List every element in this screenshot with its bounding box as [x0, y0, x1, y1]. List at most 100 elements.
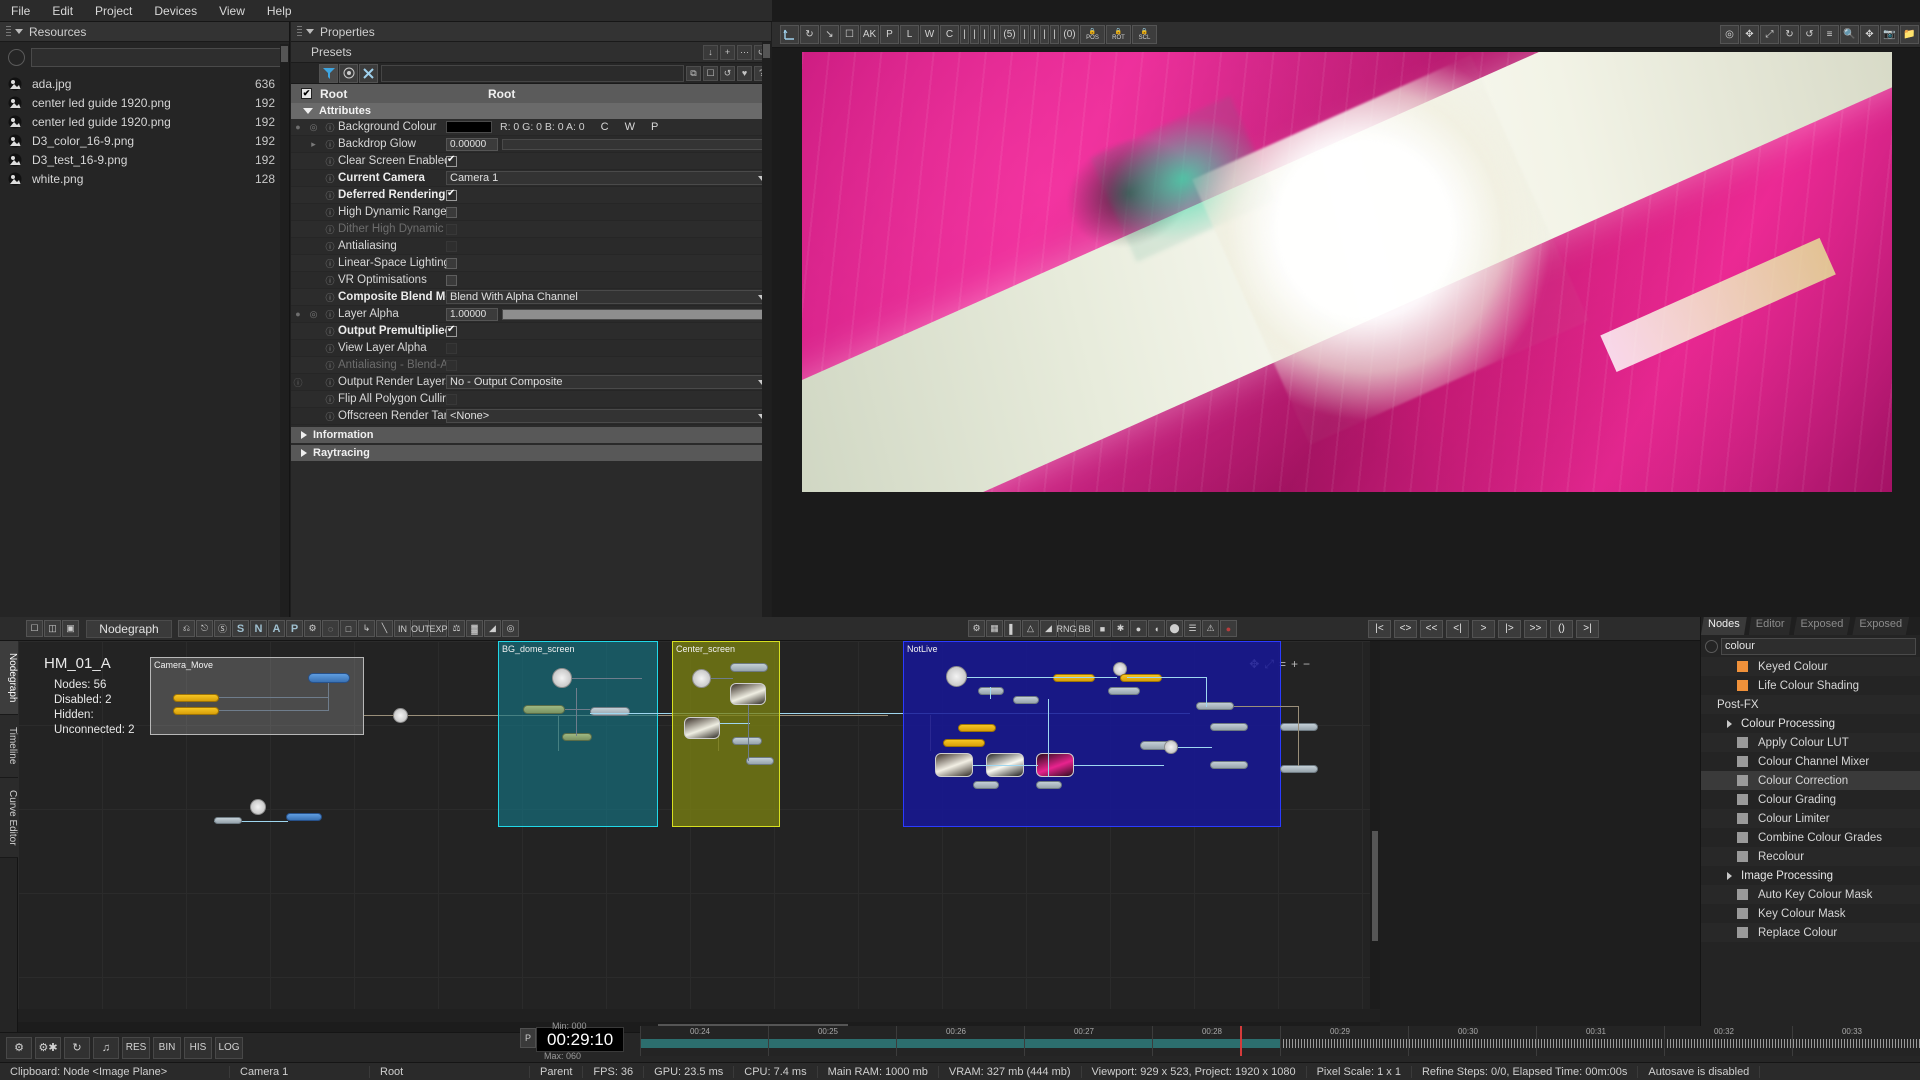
box-select-icon[interactable]: □ [340, 620, 357, 637]
step-back-button[interactable]: <| [1446, 619, 1469, 638]
node-cam-rotation[interactable] [173, 707, 219, 715]
zoom-in-icon[interactable]: + [1291, 657, 1298, 672]
colour-mode-buttons[interactable]: C W P [601, 121, 671, 133]
log-button[interactable]: LOG [215, 1036, 243, 1059]
attr-value[interactable] [446, 342, 771, 354]
filter-icon[interactable] [319, 63, 338, 83]
sphere-icon[interactable]: ⬤ [1166, 620, 1183, 637]
menu-item-project[interactable]: Project [84, 2, 143, 20]
attr-value[interactable]: R: 0 G: 0 B: 0 A: 0 C W P [446, 121, 771, 133]
info-icon[interactable]: ⓘ [322, 189, 338, 202]
tab-nodes[interactable]: Nodes [1701, 617, 1747, 635]
info-icon[interactable]: ⓘ [322, 121, 338, 134]
resource-row-0[interactable]: ada.jpg 636 [0, 74, 289, 93]
info-icon[interactable]: ⓘ [322, 138, 338, 151]
camera-icon[interactable]: 📷 [1880, 25, 1899, 44]
colour-mode-w[interactable]: W [625, 121, 635, 133]
attr-row-view-layer-alpha[interactable]: ⓘ View Layer Alpha [291, 340, 771, 357]
palette-item-combine-colour-grades[interactable]: Combine Colour Grades [1701, 828, 1920, 847]
layout-stack-icon[interactable]: ▣ [62, 620, 79, 637]
info-icon[interactable]: ⓘ [322, 274, 338, 287]
lock-rotation-icon[interactable]: 🔒 ROT [1106, 25, 1131, 44]
checkbox[interactable] [446, 154, 457, 167]
snap-s-icon[interactable]: S [232, 620, 249, 637]
attr-value[interactable]: Camera 1 [446, 171, 771, 185]
node-old-survey[interactable] [562, 733, 592, 741]
menu-item-view[interactable]: View [208, 2, 256, 20]
attr-value[interactable]: Blend With Alpha Channel [446, 290, 771, 304]
snap-value-icon[interactable]: (5) [1000, 25, 1019, 44]
render-layers-dropdown[interactable]: No - Output Composite [446, 375, 771, 389]
pan-icon[interactable]: ✥ [1740, 25, 1759, 44]
vtab-curve-editor[interactable]: Curve Editor [0, 777, 18, 859]
lock-position-icon[interactable]: 🔒 POS [1080, 25, 1105, 44]
palette-category-image-processing[interactable]: Image Processing [1701, 866, 1920, 885]
previous-key-button[interactable]: <> [1394, 619, 1417, 638]
value-slider[interactable] [502, 308, 771, 320]
attr-value[interactable] [446, 240, 771, 252]
root-enabled-checkbox[interactable]: ✔ [301, 88, 312, 99]
palette-item-auto-key-colour-mask[interactable]: Auto Key Colour Mask [1701, 885, 1920, 904]
vtab-nodegraph[interactable]: Nodegraph [0, 641, 18, 716]
properties-filter-input[interactable] [381, 64, 684, 82]
shading-icon[interactable]: ◢ [1040, 620, 1057, 637]
node-blend-junction[interactable] [1164, 740, 1178, 754]
resize-icon[interactable]: ⤢ [1760, 25, 1779, 44]
colour-mode-c[interactable]: C [601, 121, 609, 133]
info-icon[interactable]: ⓘ [322, 393, 338, 406]
scrollbar-thumb[interactable] [1372, 831, 1378, 941]
attr-row-clear-screen-enabled[interactable]: ⓘ Clear Screen Enabled [291, 153, 771, 170]
resource-row-3[interactable]: D3_color_16-9.png 192 [0, 131, 289, 150]
straight-wire-icon[interactable]: ╲ [376, 620, 393, 637]
wireframe-icon[interactable]: △ [1022, 620, 1039, 637]
menu-item-edit[interactable]: Edit [41, 2, 84, 20]
resources-scrollbar[interactable] [280, 44, 289, 617]
attr-row-flip-all-polygon-culling[interactable]: ⓘ Flip All Polygon Cullir [291, 391, 771, 408]
attr-row-output-render-layers[interactable]: ⓘ ⓘ Output Render Layers No - Output Com… [291, 374, 771, 391]
snap-tick-5-icon[interactable]: | [1020, 25, 1029, 44]
key-icon[interactable]: ▸ [305, 139, 322, 150]
attr-value[interactable] [446, 324, 771, 337]
node-t-cam-pan[interactable] [590, 707, 630, 716]
scrollbar-thumb[interactable] [281, 46, 288, 62]
snap-tick-8-icon[interactable]: | [1050, 25, 1059, 44]
menu-item-file[interactable]: File [0, 2, 41, 20]
timeline-ruler[interactable]: 00:24 00:25 00:26 00:27 00:28 00:29 00:3… [640, 1026, 1920, 1056]
import-preset-icon[interactable]: ↓ [703, 44, 718, 60]
chevron-down-icon[interactable] [15, 29, 23, 34]
overlay-icon[interactable]: ■ [1094, 620, 1111, 637]
menu-item-help[interactable]: Help [256, 2, 303, 20]
pivot-icon[interactable]: ◎ [1720, 25, 1739, 44]
palette-category-colour-processing[interactable]: Colour Processing [1701, 714, 1920, 733]
info-icon[interactable]: ⓘ [322, 308, 338, 321]
node-zoom-int[interactable] [746, 757, 774, 765]
info-icon[interactable]: ⓘ [322, 410, 338, 423]
fit-icon[interactable]: ✥ [1860, 25, 1879, 44]
fast-forward-button[interactable]: >> [1524, 619, 1547, 638]
node-clean[interactable] [1036, 781, 1062, 789]
his-button[interactable]: HIS [184, 1036, 212, 1059]
resource-row-5[interactable]: white.png 128 [0, 169, 289, 188]
attr-row-vr-optimisations[interactable]: ⓘ VR Optimisations [291, 272, 771, 289]
contrast-icon[interactable]: ◢ [484, 620, 501, 637]
drag-grip-icon[interactable] [6, 25, 11, 38]
menu-item-devices[interactable]: Devices [143, 2, 208, 20]
attr-value[interactable] [446, 274, 771, 286]
go-to-start-button[interactable]: |< [1368, 619, 1391, 638]
drag-grip-icon[interactable] [297, 25, 302, 38]
palette-item-colour-channel-mixer[interactable]: Colour Channel Mixer [1701, 752, 1920, 771]
checkbox[interactable] [446, 240, 457, 252]
palette-item-key-colour-mask[interactable]: Key Colour Mask [1701, 904, 1920, 923]
node-gear-3[interactable] [308, 673, 350, 683]
node-small-grey[interactable] [214, 817, 242, 824]
resolution-icon[interactable]: ⚙ [968, 620, 985, 637]
node-bg-render-root[interactable] [552, 668, 572, 688]
attr-value[interactable]: No - Output Composite [446, 375, 771, 389]
list-icon[interactable]: ☰ [1184, 620, 1201, 637]
next-key-button[interactable]: () [1550, 619, 1573, 638]
keyframe-icon[interactable] [339, 63, 358, 83]
attributes-section-header[interactable]: Attributes [291, 103, 771, 119]
snap-n-icon[interactable]: N [250, 620, 267, 637]
blend-mode-dropdown[interactable]: Blend With Alpha Channel [446, 290, 771, 304]
paste-icon[interactable]: ☐ [703, 65, 718, 81]
